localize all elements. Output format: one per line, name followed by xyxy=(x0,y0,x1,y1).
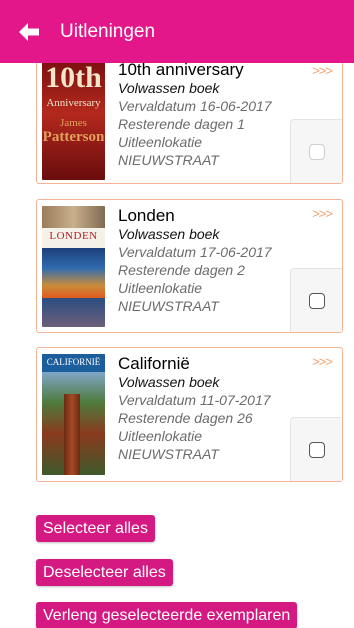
page-title: Uitleningen xyxy=(60,21,156,42)
loan-due-date: Vervaldatum 16-06-2017 xyxy=(118,98,272,114)
loan-location-label: Uitleenlokatie xyxy=(118,428,203,444)
cover-text: CALIFORNIË xyxy=(46,357,101,367)
select-area[interactable] xyxy=(290,119,342,183)
select-area[interactable] xyxy=(290,268,342,332)
details-link[interactable]: >>> xyxy=(312,63,333,78)
details-link[interactable]: >>> xyxy=(312,354,333,369)
cover-text: Anniversary xyxy=(46,97,101,109)
loan-due-date: Vervaldatum 17-06-2017 xyxy=(118,244,272,260)
deselect-all-button[interactable]: Deselecteer alles xyxy=(36,559,173,586)
book-cover-image: 10th Anniversary James Patterson xyxy=(42,59,105,180)
select-all-button[interactable]: Selecteer alles xyxy=(36,515,155,542)
loan-type: Volwassen boek xyxy=(118,226,220,242)
book-cover-image: LONDEN xyxy=(42,206,105,327)
loan-info: 10th anniversary Volwassen boek Vervalda… xyxy=(118,60,282,169)
loan-card[interactable]: LONDEN Londen Volwassen boek Vervaldatum… xyxy=(36,199,343,333)
loan-location-label: Uitleenlokatie xyxy=(118,134,203,150)
loan-location-label: Uitleenlokatie xyxy=(118,280,203,296)
select-checkbox[interactable] xyxy=(309,442,325,458)
loan-info: Londen Volwassen boek Vervaldatum 17-06-… xyxy=(118,206,282,315)
select-area[interactable] xyxy=(290,417,342,481)
loan-remaining-days: Resterende dagen 26 xyxy=(118,410,253,426)
cover-text: James xyxy=(60,117,87,129)
loan-info: Californië Volwassen boek Vervaldatum 11… xyxy=(118,354,282,463)
book-cover-image: CALIFORNIË xyxy=(42,354,105,475)
loan-location: NIEUWSTRAAT xyxy=(118,446,219,462)
loan-type: Volwassen boek xyxy=(118,374,220,390)
loan-card[interactable]: CALIFORNIË Californië Volwassen boek Ver… xyxy=(36,347,343,482)
loan-list: 10th Anniversary James Patterson 10th an… xyxy=(0,0,354,628)
loan-location: NIEUWSTRAAT xyxy=(118,152,219,168)
cover-text: LONDEN xyxy=(49,230,98,242)
details-link[interactable]: >>> xyxy=(312,206,333,221)
cover-text: 10th xyxy=(45,61,102,94)
renew-selected-button[interactable]: Verleng geselecteerde exemplaren xyxy=(36,602,298,628)
back-arrow-icon[interactable] xyxy=(17,20,41,44)
loan-due-date: Vervaldatum 11-07-2017 xyxy=(118,392,271,408)
loan-remaining-days: Resterende dagen 2 xyxy=(118,262,245,278)
cover-text: Patterson xyxy=(42,129,105,145)
select-checkbox[interactable] xyxy=(309,293,325,309)
loan-title: Londen xyxy=(118,206,175,225)
select-checkbox[interactable] xyxy=(309,144,325,160)
app-header: Uitleningen xyxy=(0,0,354,63)
loan-location: NIEUWSTRAAT xyxy=(118,298,219,314)
loan-title: Californië xyxy=(118,354,190,373)
loan-remaining-days: Resterende dagen 1 xyxy=(118,116,245,132)
loan-type: Volwassen boek xyxy=(118,80,220,96)
